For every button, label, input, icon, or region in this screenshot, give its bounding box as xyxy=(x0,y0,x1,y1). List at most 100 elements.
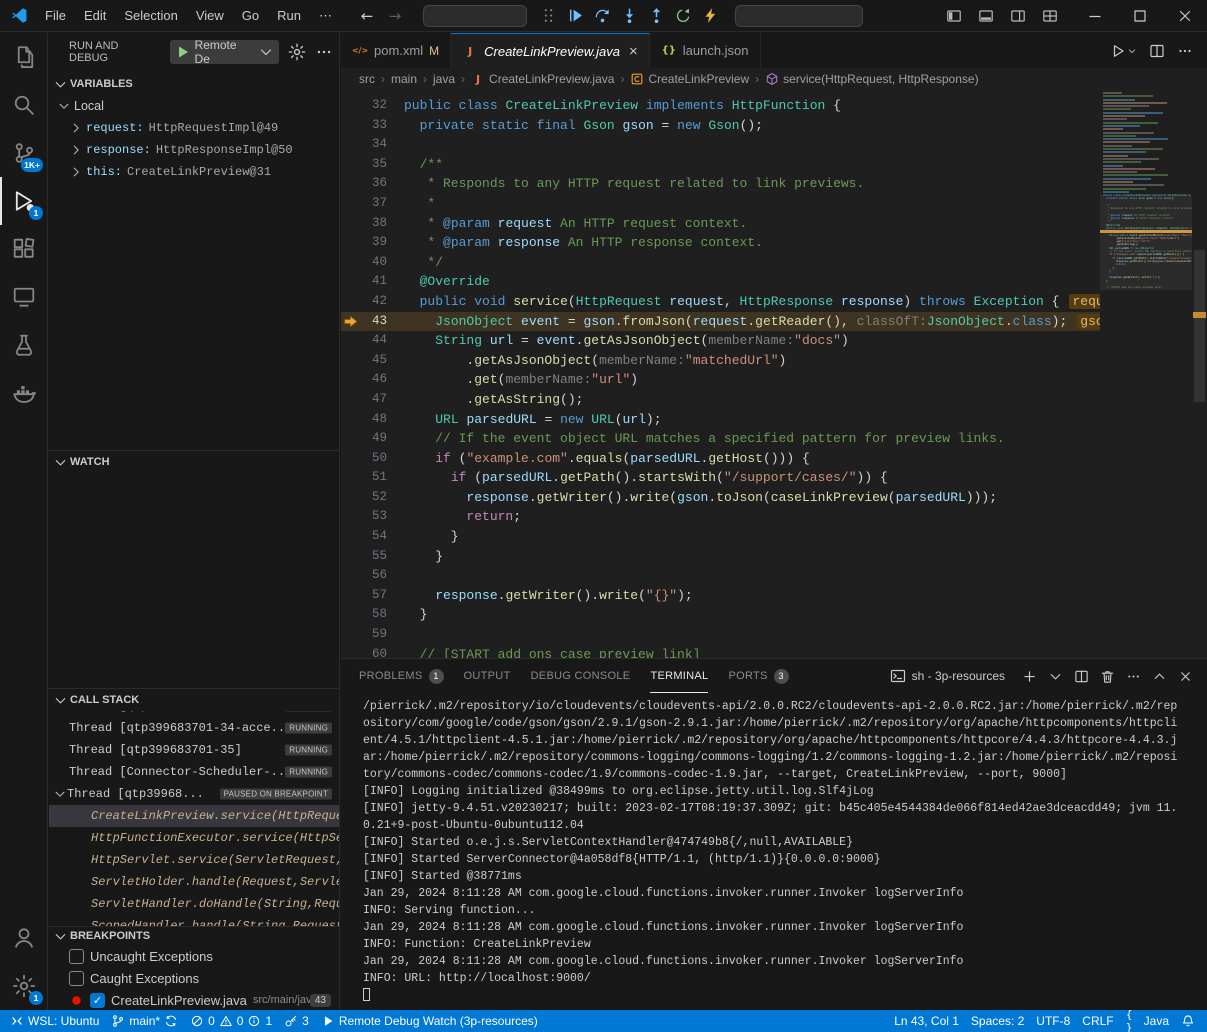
command-center-left[interactable] xyxy=(423,5,527,27)
code-line[interactable]: 44 String url = event.getAsJsonObject(me… xyxy=(341,331,1100,351)
breakpoint-margin[interactable] xyxy=(341,370,359,390)
code-line[interactable]: 40 */ xyxy=(341,253,1100,273)
code-line[interactable]: 47 .getAsString(); xyxy=(341,390,1100,410)
status-debug-session[interactable]: Remote Debug Watch (3p-resources) xyxy=(315,1010,544,1032)
breadcrumb-item[interactable]: java xyxy=(433,72,455,86)
watch-header[interactable]: WATCH xyxy=(49,451,339,473)
code-line[interactable]: 43 JsonObject event = gson.fromJson(requ… xyxy=(341,312,1100,332)
callstack-frame-row[interactable]: ServletHandler.doHandle(String,Reque xyxy=(49,893,339,915)
breakpoint-margin[interactable] xyxy=(341,174,359,194)
variable-row[interactable]: this:CreateLinkPreview@31 xyxy=(49,161,339,183)
code-line[interactable]: 36 * Responds to any HTTP request relate… xyxy=(341,174,1100,194)
callstack-frame-row[interactable]: HttpFunctionExecutor.service(HttpSer xyxy=(49,827,339,849)
activity-remote-explorer[interactable] xyxy=(0,273,47,321)
callstack-thread-row[interactable]: Thread [qtp399683701-35]RUNNING xyxy=(49,739,339,761)
run-java-button[interactable] xyxy=(1110,43,1137,59)
callstack-thread-row[interactable]: Thread [Connector-Scheduler-...RUNNING xyxy=(49,761,339,783)
status-branch[interactable]: main* xyxy=(105,1010,184,1032)
views-more-icon[interactable] xyxy=(315,43,333,61)
breakpoint-margin[interactable] xyxy=(341,116,359,136)
breakpoint-margin[interactable] xyxy=(341,410,359,430)
breakpoint-margin[interactable] xyxy=(341,253,359,273)
code-line[interactable]: 50 if ("example.com".equals(parsedURL.ge… xyxy=(341,449,1100,469)
menu-item-file[interactable]: File xyxy=(36,5,75,27)
code-line[interactable]: 38 * @param request An HTTP request cont… xyxy=(341,214,1100,234)
breakpoint-margin[interactable] xyxy=(341,96,359,116)
status-remote[interactable]: WSL: Ubuntu xyxy=(4,1010,105,1032)
status-encoding[interactable]: UTF-8 xyxy=(1030,1010,1076,1032)
command-center-right[interactable] xyxy=(735,5,863,27)
breakpoint-margin[interactable] xyxy=(341,292,359,312)
breakpoint-checkbox[interactable] xyxy=(90,993,105,1008)
breakpoint-margin[interactable] xyxy=(341,645,359,658)
menu-item-edit[interactable]: Edit xyxy=(75,5,115,27)
code-line[interactable]: 60 // [START add_ons_case_preview_link] xyxy=(341,645,1100,658)
breadcrumb-item[interactable]: CreateLinkPreview xyxy=(630,72,749,86)
activity-explorer[interactable] xyxy=(0,33,47,81)
scrollbar-slider[interactable] xyxy=(1194,250,1205,402)
more-actions-button[interactable] xyxy=(1177,43,1193,59)
breadcrumb-item[interactable]: src xyxy=(359,72,375,86)
split-editor-button[interactable] xyxy=(1149,43,1165,59)
toggle-primary-sidebar-button[interactable] xyxy=(940,2,968,30)
code-line[interactable]: 55 } xyxy=(341,547,1100,567)
code-line[interactable]: 41 @Override xyxy=(341,272,1100,292)
activity-extensions[interactable] xyxy=(0,225,47,273)
breakpoint-margin[interactable] xyxy=(341,272,359,292)
continue-button[interactable] xyxy=(562,3,588,29)
code-line[interactable]: 48 URL parsedURL = new URL(url); xyxy=(341,410,1100,430)
menu-item-go[interactable]: Go xyxy=(233,5,268,27)
more-actions-button[interactable] xyxy=(1121,664,1145,688)
activity-settings[interactable]: 1 xyxy=(0,962,47,1010)
breakpoint-margin[interactable] xyxy=(341,527,359,547)
editor[interactable]: 32public class CreateLinkPreview impleme… xyxy=(341,90,1207,658)
hot-code-replace-button[interactable] xyxy=(697,3,723,29)
breakpoint-margin[interactable] xyxy=(341,586,359,606)
activity-accounts[interactable] xyxy=(0,914,47,962)
breakpoint-checkbox[interactable] xyxy=(69,971,84,986)
panel-tab-debug-console[interactable]: DEBUG CONSOLE xyxy=(531,659,631,693)
status-problems[interactable]: 001 xyxy=(184,1010,278,1032)
code-line[interactable]: 49 // If the event object URL matches a … xyxy=(341,429,1100,449)
activity-testing[interactable] xyxy=(0,321,47,369)
breakpoint-margin[interactable] xyxy=(341,605,359,625)
code-line[interactable]: 52 response.getWriter().write(gson.toJso… xyxy=(341,488,1100,508)
activity-search[interactable] xyxy=(0,81,47,129)
breakpoint-margin[interactable] xyxy=(341,351,359,371)
scrollbar[interactable] xyxy=(1192,90,1207,658)
breakpoint-checkbox[interactable] xyxy=(69,949,84,964)
breakpoint-margin[interactable] xyxy=(341,488,359,508)
kill-terminal-button[interactable] xyxy=(1095,664,1119,688)
minimize-button[interactable] xyxy=(1072,0,1117,32)
status-indentation[interactable]: Spaces: 2 xyxy=(965,1010,1030,1032)
breakpoint-margin[interactable] xyxy=(341,233,359,253)
callstack-frame-row[interactable]: ScopedHandler.handle(String,Request, xyxy=(49,915,339,926)
close-button[interactable] xyxy=(1162,0,1207,32)
tab-CreateLinkPreview.java[interactable]: JCreateLinkPreview.java× xyxy=(451,33,650,68)
breadcrumb-item[interactable]: service(HttpRequest, HttpResponse) xyxy=(765,72,978,86)
breadcrumb-item[interactable]: main xyxy=(391,72,417,86)
code-line[interactable]: 32public class CreateLinkPreview impleme… xyxy=(341,96,1100,116)
breakpoint-margin[interactable] xyxy=(341,429,359,449)
toggle-secondary-sidebar-button[interactable] xyxy=(1004,2,1032,30)
status-key-indicator[interactable]: 3 xyxy=(278,1010,315,1032)
callstack-thread-row[interactable]: Thread [qtp399683701-34-acce...RUNNING xyxy=(49,717,339,739)
toggle-panel-button[interactable] xyxy=(972,2,1000,30)
breakpoint-margin[interactable] xyxy=(341,214,359,234)
breakpoint-row[interactable]: Uncaught Exceptions xyxy=(49,945,339,967)
code-line[interactable]: 59 xyxy=(341,625,1100,645)
panel-tab-ports[interactable]: PORTS3 xyxy=(728,659,788,693)
minimap-slider[interactable] xyxy=(1100,194,1192,290)
step-out-button[interactable] xyxy=(643,3,669,29)
callstack-thread-row[interactable]: Thread [qtp39968...PAUSED ON BREAKPOINT xyxy=(49,783,339,805)
variables-scope-row[interactable]: Local xyxy=(49,95,339,117)
status-eol[interactable]: CRLF xyxy=(1076,1010,1119,1032)
breakpoint-margin[interactable] xyxy=(341,135,359,155)
code-line[interactable]: 33 private static final Gson gson = new … xyxy=(341,116,1100,136)
breakpoint-margin[interactable] xyxy=(341,390,359,410)
tab-pom.xml[interactable]: </>pom.xmlM xyxy=(341,33,451,68)
close-icon[interactable]: × xyxy=(629,44,638,59)
launch-config-dropdown[interactable]: Remote De xyxy=(170,40,279,64)
breakpoint-margin[interactable] xyxy=(341,566,359,586)
minimap[interactable]: public class CreateLinkPreview implement… xyxy=(1100,90,1192,658)
